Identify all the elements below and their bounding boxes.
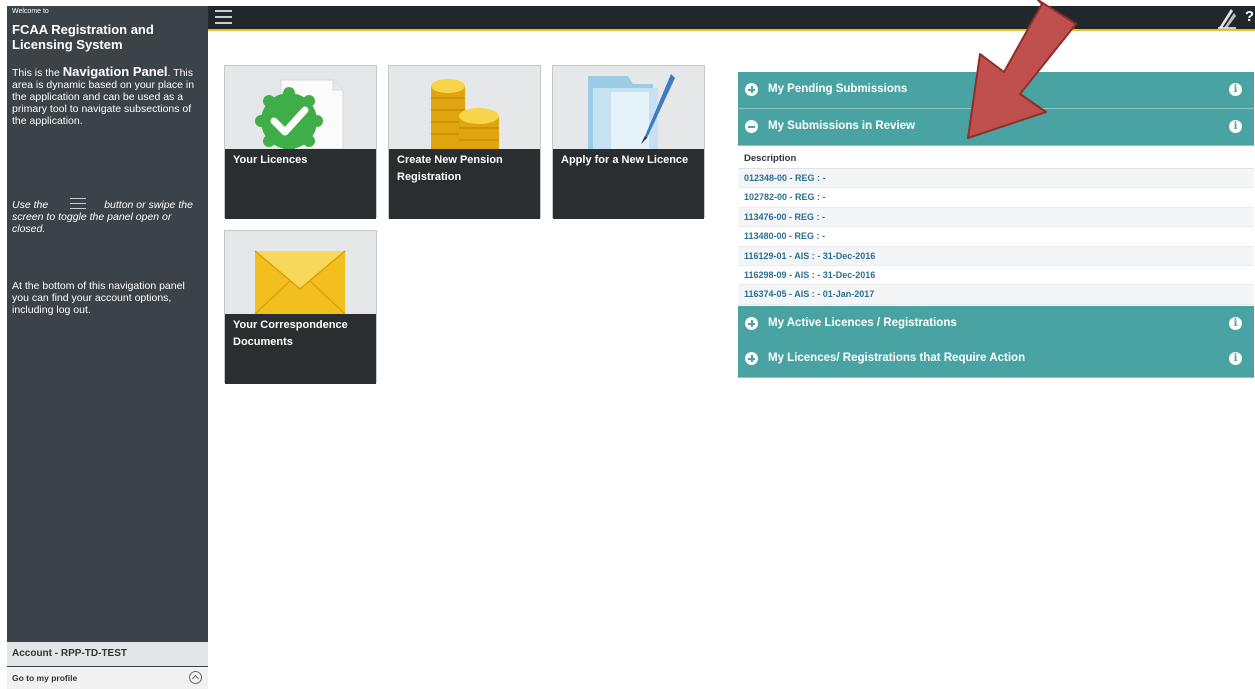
intro-text: This is the Navigation Panel. This area … <box>12 64 195 127</box>
envelope-icon <box>225 231 376 314</box>
table-row[interactable]: 116374-05 - AIS : - 01-Jan-2017 <box>738 285 1254 305</box>
table-row[interactable]: 116298-09 - AIS : - 31-Dec-2016 <box>738 266 1254 286</box>
accordion-label: My Pending Submissions <box>768 83 908 95</box>
tile-create-pension-registration[interactable]: Create New Pension Registration <box>388 65 541 219</box>
help-icon[interactable]: ? <box>1245 8 1254 25</box>
table-row[interactable]: 113476-00 - REG : - <box>738 207 1254 228</box>
info-icon[interactable]: i <box>1229 83 1242 96</box>
table-row[interactable]: 102782-00 - REG : - <box>738 188 1254 208</box>
chevron-up-icon[interactable] <box>189 671 202 684</box>
app-title: FCAA Registration and Licensing System <box>12 22 154 52</box>
collapse-icon <box>745 120 758 133</box>
table-row[interactable]: 012348-00 - REG : - <box>738 169 1254 189</box>
expand-icon <box>745 317 758 330</box>
review-table: Description 012348-00 - REG : - 102782-0… <box>738 147 1254 305</box>
accordion-label: My Licences/ Registrations that Require … <box>768 352 1026 364</box>
profile-label: Go to my profile <box>12 673 78 683</box>
annotation-arrow-icon <box>967 0 1077 139</box>
licence-check-icon <box>225 66 376 149</box>
toggle-hint-text: Use the button or swipe the screen to tog… <box>12 198 193 235</box>
accordion-active-licences[interactable]: My Active Licences / Registrations i <box>738 306 1254 343</box>
folder-pen-icon <box>553 66 704 149</box>
profile-link[interactable]: Go to my profile <box>7 667 208 689</box>
tile-your-licences[interactable]: Your Licences <box>224 65 377 219</box>
expand-icon <box>745 352 758 365</box>
menu-toggle-button[interactable] <box>213 7 235 27</box>
info-icon[interactable]: i <box>1229 317 1242 330</box>
coins-icon <box>389 66 540 149</box>
top-bar: ? <box>208 6 1255 31</box>
navigation-panel: Welcome to FCAA Registration and Licensi… <box>7 6 208 689</box>
tile-correspondence-documents[interactable]: Your Correspondence Documents <box>224 230 377 384</box>
logo-icon <box>1218 9 1236 29</box>
info-icon[interactable]: i <box>1229 120 1242 133</box>
accordion-require-action[interactable]: My Licences/ Registrations that Require … <box>738 341 1254 378</box>
tile-label: Apply for a New Licence <box>553 149 704 219</box>
account-menu[interactable]: Account - RPP-TD-TEST <box>7 642 208 666</box>
tile-label: Your Correspondence Documents <box>225 314 376 384</box>
tile-label: Your Licences <box>225 149 376 219</box>
table-row[interactable]: 116129-01 - AIS : - 31-Dec-2016 <box>738 246 1254 266</box>
menu-icon <box>70 198 87 209</box>
welcome-text: Welcome to <box>12 8 49 15</box>
table-row[interactable]: 113480-00 - REG : - <box>738 227 1254 247</box>
tile-label: Create New Pension Registration <box>389 149 540 219</box>
tile-apply-new-licence[interactable]: Apply for a New Licence <box>552 65 705 219</box>
accordion-label: My Active Licences / Registrations <box>768 317 957 329</box>
bottom-hint-text: At the bottom of this navigation panel y… <box>12 280 185 316</box>
column-header-description: Description <box>738 147 1254 169</box>
expand-icon <box>745 83 758 96</box>
accordion-label: My Submissions in Review <box>768 120 915 132</box>
info-icon[interactable]: i <box>1229 352 1242 365</box>
